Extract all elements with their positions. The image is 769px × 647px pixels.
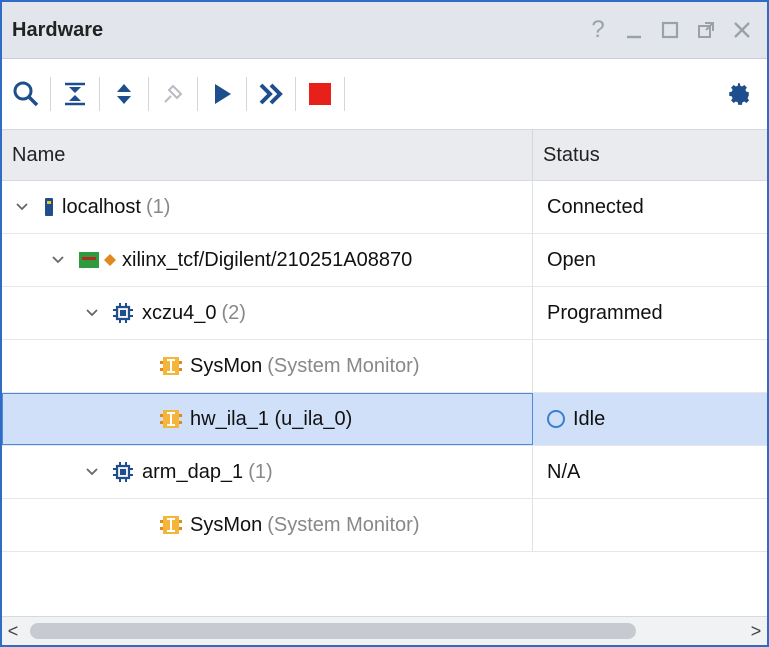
row-count: (1) (145, 195, 171, 218)
tree-header: Name Status (2, 130, 767, 181)
row-status: Connected (547, 195, 644, 218)
row-count: (2) (221, 301, 246, 324)
window-controls: ? (585, 16, 767, 43)
close-icon[interactable] (729, 17, 755, 43)
hardware-panel: Hardware ? Name Status localhost (1) Con… (0, 0, 769, 647)
scroll-thumb[interactable] (30, 623, 636, 639)
run-trigger-icon[interactable] (198, 70, 246, 118)
toolbar-separator (344, 77, 345, 111)
row-name: xczu4_0 (142, 301, 217, 324)
ila-icon (160, 408, 182, 430)
tree-row-ila[interactable]: hw_ila_1 (u_ila_0) Idle (2, 393, 767, 446)
chip-icon (112, 461, 134, 483)
collapse-all-icon[interactable] (51, 70, 99, 118)
scroll-left-icon[interactable]: < (2, 621, 24, 642)
stop-icon[interactable] (296, 70, 344, 118)
tree-row-sysmon[interactable]: SysMon (System Monitor) (2, 340, 767, 393)
connection-icon (104, 254, 116, 266)
row-name: localhost (62, 195, 141, 218)
row-name: hw_ila_1 (u_ila_0) (190, 407, 353, 430)
target-board-icon (78, 250, 100, 270)
tree-row-localhost[interactable]: localhost (1) Connected (2, 181, 767, 234)
float-icon[interactable] (693, 17, 719, 43)
row-name: arm_dap_1 (142, 460, 244, 483)
chip-icon (112, 302, 134, 324)
sysmon-icon (160, 355, 182, 377)
chevron-down-icon[interactable] (80, 308, 104, 318)
chevron-down-icon[interactable] (46, 255, 70, 265)
help-icon[interactable]: ? (585, 16, 611, 43)
row-count: (1) (248, 460, 273, 483)
row-name: SysMon (190, 354, 263, 377)
settings-icon[interactable] (715, 70, 763, 118)
tree-row-arm-dap[interactable]: arm_dap_1 (1) N/A (2, 446, 767, 499)
panel-title: Hardware (12, 18, 104, 41)
row-status: Open (547, 248, 596, 271)
idle-status-icon (547, 410, 565, 428)
tree-row-target[interactable]: xilinx_tcf/Digilent/210251A08870 Open (2, 234, 767, 287)
scroll-right-icon[interactable]: > (745, 621, 767, 642)
sysmon-icon (160, 514, 182, 536)
row-status (533, 499, 767, 551)
row-name: xilinx_tcf/Digilent/210251A08870 (122, 248, 413, 271)
tree-row-sysmon-2[interactable]: SysMon (System Monitor) (2, 499, 767, 552)
row-name: SysMon (190, 513, 263, 536)
server-icon (44, 197, 54, 217)
panel-titlebar: Hardware ? (2, 2, 767, 59)
row-subtitle: (System Monitor) (267, 354, 420, 377)
row-subtitle: (System Monitor) (267, 513, 420, 536)
scroll-track[interactable] (24, 623, 745, 639)
minimize-icon[interactable] (621, 17, 647, 43)
column-header-name[interactable]: Name (2, 130, 533, 180)
expand-all-icon[interactable] (100, 70, 148, 118)
row-status (533, 340, 767, 392)
row-status: Idle (573, 407, 606, 430)
search-icon[interactable] (2, 70, 50, 118)
column-header-status[interactable]: Status (533, 130, 767, 180)
row-status: N/A (547, 460, 581, 483)
auto-connect-icon[interactable] (149, 70, 197, 118)
chevron-down-icon[interactable] (10, 202, 34, 212)
row-status: Programmed (547, 301, 663, 324)
maximize-icon[interactable] (657, 17, 683, 43)
toolbar (2, 59, 767, 130)
tree-row-device[interactable]: xczu4_0 (2) Programmed (2, 287, 767, 340)
run-immediate-icon[interactable] (247, 70, 295, 118)
horizontal-scrollbar[interactable]: < > (2, 616, 767, 645)
chevron-down-icon[interactable] (80, 467, 104, 477)
